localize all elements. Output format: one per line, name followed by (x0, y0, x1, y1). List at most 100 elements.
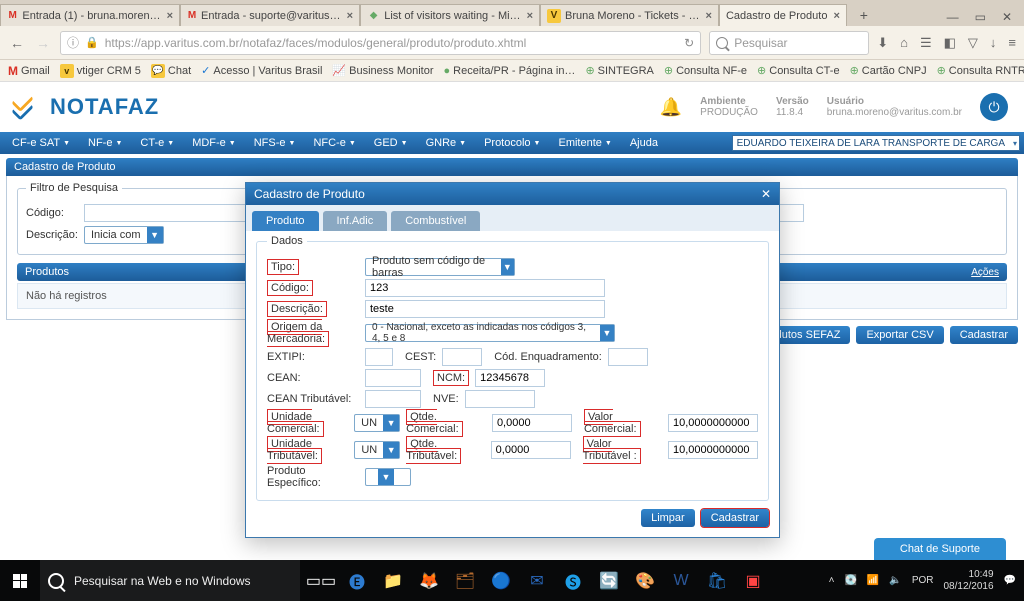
menu-item[interactable]: Protocolo▼ (476, 132, 548, 154)
clock-date: 08/12/2016 (943, 581, 993, 593)
extipi-field[interactable] (365, 348, 393, 366)
close-icon[interactable]: × (833, 10, 839, 22)
support-chat-tab[interactable]: Chat de Suporte (874, 538, 1006, 560)
tab-label: List of visitors waiting - Mi… (384, 10, 520, 22)
caret-icon: ▼ (401, 140, 408, 147)
menu-item[interactable]: GED▼ (366, 132, 416, 154)
menu-item[interactable]: Ajuda (622, 132, 666, 154)
browser-tab[interactable]: MEntrada (1) - bruna.moren…× (0, 4, 180, 26)
globe-icon: ⊕ (757, 64, 766, 77)
cadastrar-button[interactable]: Cadastrar (950, 326, 1018, 344)
ncm-field[interactable] (475, 369, 545, 387)
chevron-down-icon: ▼ (501, 259, 514, 275)
download-icon[interactable]: ⬇ (877, 35, 888, 51)
bookmark[interactable]: ⊕Consulta NF-e (664, 64, 747, 77)
modal-header[interactable]: Cadastro de Produto✕ (246, 183, 779, 205)
nve-field[interactable] (465, 390, 535, 408)
bookmark[interactable]: vvtiger CRM 5 (60, 64, 141, 78)
origem-select[interactable]: 0 - Nacional, exceto as indicadas nos có… (365, 324, 615, 342)
home-icon[interactable]: ⌂ (900, 35, 908, 51)
valcom-field[interactable] (668, 414, 758, 432)
bookmarks-bar: MGmail vvtiger CRM 5 💬Chat ✓Acesso | Var… (0, 60, 1024, 82)
cean-field[interactable] (365, 369, 421, 387)
browser-tab-active[interactable]: Cadastro de Produto × (719, 4, 847, 26)
back-button[interactable]: ← (8, 35, 26, 51)
tab-produto[interactable]: Produto (252, 211, 319, 231)
menu-item[interactable]: CF-e SAT▼ (4, 132, 78, 154)
uncom-select[interactable]: UN▼ (354, 414, 400, 432)
context-select[interactable]: EDUARDO TEIXEIRA DE LARA TRANSPORTE DE C… (732, 135, 1020, 151)
cest-field[interactable] (442, 348, 482, 366)
acoes-link[interactable]: Ações (971, 267, 999, 278)
browser-tab[interactable]: MEntrada - suporte@varitus…× (180, 4, 360, 26)
bookmark-icon[interactable]: ☰ (920, 35, 932, 51)
mdescricao-label: Descrição: (267, 301, 327, 317)
browser-search[interactable]: Pesquisar (709, 31, 869, 55)
close-window-icon[interactable]: ✕ (1002, 10, 1012, 24)
usuario-label: Usuário (827, 96, 962, 107)
new-tab-button[interactable]: + (851, 8, 877, 26)
qtdecom-field[interactable] (492, 414, 572, 432)
bookmark[interactable]: ✓Acesso | Varitus Brasil (201, 64, 322, 77)
chat-icon: 💬 (151, 64, 165, 78)
limpar-button[interactable]: Limpar (641, 509, 695, 527)
menu-item[interactable]: CT-e▼ (132, 132, 182, 154)
descricao-op-select[interactable]: Inicia com▼ (84, 226, 164, 244)
close-icon[interactable]: ✕ (761, 187, 771, 201)
bookmark[interactable]: MGmail (8, 64, 50, 78)
pocket-icon[interactable]: ▽ (968, 35, 978, 51)
sidebar-icon[interactable]: ◧ (944, 35, 956, 51)
close-icon[interactable]: × (706, 10, 712, 22)
menu-item[interactable]: MDF-e▼ (184, 132, 244, 154)
codenq-label: Cód. Enquadramento: (494, 351, 602, 363)
descricao-field[interactable] (365, 300, 605, 318)
menu-item[interactable]: GNRe▼ (418, 132, 475, 154)
menu-item[interactable]: NFS-e▼ (246, 132, 304, 154)
forward-button[interactable]: → (34, 35, 52, 51)
codigo-label: Código: (26, 207, 78, 219)
tab-combustivel[interactable]: Combustível (391, 211, 480, 231)
menu-item[interactable]: Emitente▼ (550, 132, 619, 154)
bookmark[interactable]: ⊕SINTEGRA (585, 64, 653, 77)
tab-infadic[interactable]: Inf.Adic (323, 211, 388, 231)
bookmark[interactable]: ●Receita/PR - Página in… (444, 65, 576, 77)
close-icon[interactable]: × (527, 10, 533, 22)
browser-tab[interactable]: ◆List of visitors waiting - Mi…× (360, 4, 540, 26)
tab-label: Cadastro de Produto (726, 10, 828, 22)
varitus-icon: ✓ (201, 64, 210, 77)
menu-icon[interactable]: ≡ (1008, 35, 1016, 51)
exportar-csv-button[interactable]: Exportar CSV (856, 326, 943, 344)
minimize-icon[interactable]: — (947, 10, 959, 24)
modal-cadastrar-button[interactable]: Cadastrar (701, 509, 769, 527)
menu-item[interactable]: NF-e▼ (80, 132, 130, 154)
bookmark[interactable]: ⊕Cartão CNPJ (850, 64, 927, 77)
modal-tabs: Produto Inf.Adic Combustível (246, 205, 779, 231)
modal-cadastro-produto: Cadastro de Produto✕ Produto Inf.Adic Co… (245, 182, 780, 538)
close-icon[interactable]: × (167, 10, 173, 22)
restore-icon[interactable]: ▭ (975, 10, 986, 24)
close-icon[interactable]: × (347, 10, 353, 22)
codigo-field[interactable] (365, 279, 605, 297)
menu-item[interactable]: NFC-e▼ (305, 132, 363, 154)
logout-button[interactable]: ⏻ (980, 93, 1008, 121)
bookmark[interactable]: 💬Chat (151, 64, 191, 78)
prodesp-select[interactable]: ▼ (365, 468, 411, 486)
ambiente-value: PRODUÇÃO (700, 107, 758, 118)
address-bar[interactable]: ⓘ 🔒 https://app.varitus.com.br/notafaz/f… (60, 31, 701, 55)
bookmark[interactable]: ⊕Consulta CT-e (757, 64, 840, 77)
caret-icon: ▼ (534, 140, 541, 147)
codenq-field[interactable] (608, 348, 648, 366)
notification-icon[interactable]: 🔔 (660, 97, 682, 118)
versao-label: Versão (776, 96, 809, 107)
qtdetrib-field[interactable] (491, 441, 571, 459)
reload-icon[interactable]: ↻ (684, 36, 694, 50)
save-icon[interactable]: ↓ (990, 35, 997, 51)
bookmark[interactable]: ⊕Consulta RNTRC (937, 64, 1024, 77)
ceantrib-field[interactable] (365, 390, 421, 408)
browser-tab[interactable]: VBruna Moreno - Tickets - …× (540, 4, 719, 26)
bookmark[interactable]: 📈Business Monitor (332, 64, 433, 77)
valtrib-field[interactable] (668, 441, 758, 459)
untrib-select[interactable]: UN▼ (354, 441, 400, 459)
tipo-select[interactable]: Produto sem código de barras▼ (365, 258, 515, 276)
descricao-label: Descrição: (26, 229, 78, 241)
